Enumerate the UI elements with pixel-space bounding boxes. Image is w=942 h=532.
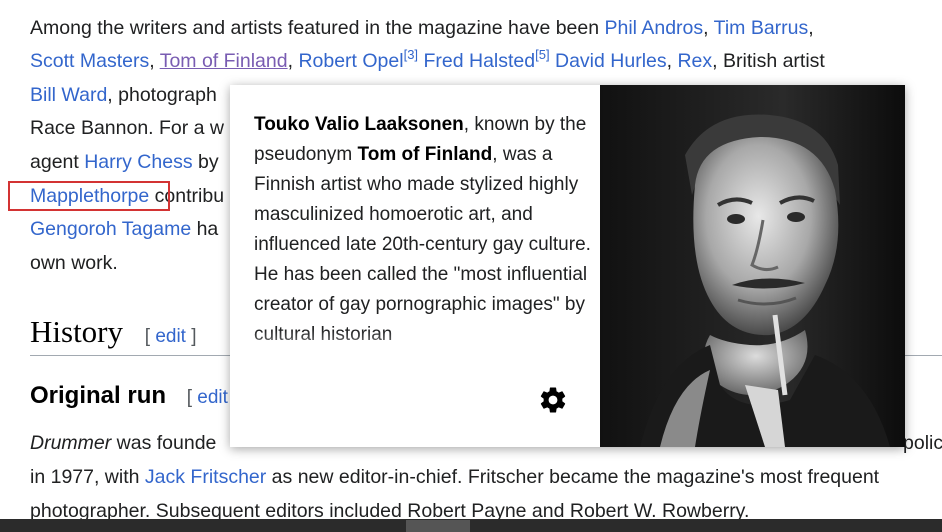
- heading-text: History: [30, 314, 123, 349]
- text: was founde: [111, 432, 217, 454]
- text: ha: [191, 218, 219, 240]
- italic-text: Drummer: [30, 432, 112, 454]
- portrait-image[interactable]: [600, 85, 905, 447]
- text: agent: [30, 151, 85, 173]
- text: ,: [287, 50, 299, 72]
- reference-3[interactable]: [3]: [404, 47, 418, 62]
- link-phil-andros[interactable]: Phil Andros: [605, 17, 704, 39]
- popup-name: Touko Valio Laaksonen: [254, 114, 464, 135]
- text: in 1977, with: [30, 466, 145, 488]
- heading-text: Original run: [30, 382, 167, 409]
- edit-section: [ edit ]: [145, 326, 197, 347]
- text: Race Bannon. For a w: [30, 117, 225, 139]
- edit-link-history[interactable]: edit: [155, 326, 186, 347]
- link-robert-opel[interactable]: Robert Opel: [298, 50, 403, 72]
- paragraph-line: Gengoroh Tagame ha: [30, 215, 218, 243]
- edit-section: [ edit: [187, 387, 228, 408]
- reference-5[interactable]: [5]: [535, 47, 549, 62]
- link-david-hurles[interactable]: David Hurles: [555, 50, 667, 72]
- link-gengoroh-tagame[interactable]: Gengoroh Tagame: [30, 218, 191, 240]
- text: , British artist: [712, 50, 825, 72]
- popup-text: , was a Finnish artist who made stylized…: [254, 144, 591, 345]
- link-tom-of-finland[interactable]: Tom of Finland: [160, 50, 288, 72]
- bracket: [: [186, 387, 198, 408]
- paragraph-line: Scott Masters, Tom of Finland, Robert Op…: [30, 47, 825, 75]
- bracket: [: [144, 326, 156, 347]
- text: ,: [149, 50, 160, 72]
- bracket: ]: [185, 326, 197, 347]
- paragraph-line-tail: polic: [903, 429, 942, 457]
- heading-original-run: Original run [ edit: [30, 380, 228, 414]
- paragraph-line: in 1977, with Jack Fritscher as new edit…: [30, 463, 879, 491]
- paragraph-line: Race Bannon. For a w: [30, 114, 224, 142]
- text: as new editor-in-chief. Fritscher became…: [266, 466, 880, 488]
- text-fade: [230, 330, 600, 370]
- paragraph-line: Drummer was founde: [30, 429, 216, 457]
- text: , photograph: [107, 84, 217, 106]
- paragraph-line: Among the writers and artists featured i…: [30, 14, 814, 42]
- link-bill-ward[interactable]: Bill Ward: [30, 84, 107, 106]
- text: ,: [666, 50, 678, 72]
- portrait-photo: [600, 85, 905, 447]
- text: ,: [808, 17, 814, 39]
- page-preview-popup[interactable]: Touko Valio Laaksonen, known by the pseu…: [230, 85, 905, 447]
- link-harry-chess[interactable]: Harry Chess: [84, 151, 192, 173]
- link-fred-halsted[interactable]: Fred Halsted: [423, 50, 535, 72]
- text: by: [192, 151, 219, 173]
- popup-pseudonym: Tom of Finland: [357, 144, 493, 165]
- gear-icon[interactable]: [538, 385, 568, 415]
- link-jack-fritscher[interactable]: Jack Fritscher: [145, 466, 266, 488]
- text: polic: [903, 432, 942, 454]
- horizontal-scrollbar[interactable]: [0, 519, 942, 532]
- text: own work.: [30, 252, 118, 274]
- highlight-box: [8, 181, 170, 211]
- link-tim-barrus[interactable]: Tim Barrus: [714, 17, 809, 39]
- popup-extract[interactable]: Touko Valio Laaksonen, known by the pseu…: [254, 110, 594, 350]
- paragraph-line: agent Harry Chess by: [30, 148, 219, 176]
- text: Among the writers and artists featured i…: [30, 17, 605, 39]
- edit-link-original-run[interactable]: edit: [197, 387, 228, 408]
- scrollbar-thumb[interactable]: [406, 520, 470, 532]
- text: ,: [703, 17, 714, 39]
- link-rex[interactable]: Rex: [677, 50, 712, 72]
- link-scott-masters[interactable]: Scott Masters: [30, 50, 149, 72]
- paragraph-line: Bill Ward, photograph: [30, 81, 217, 109]
- gear-icon-svg: [540, 387, 566, 413]
- paragraph-line: own work.: [30, 249, 118, 277]
